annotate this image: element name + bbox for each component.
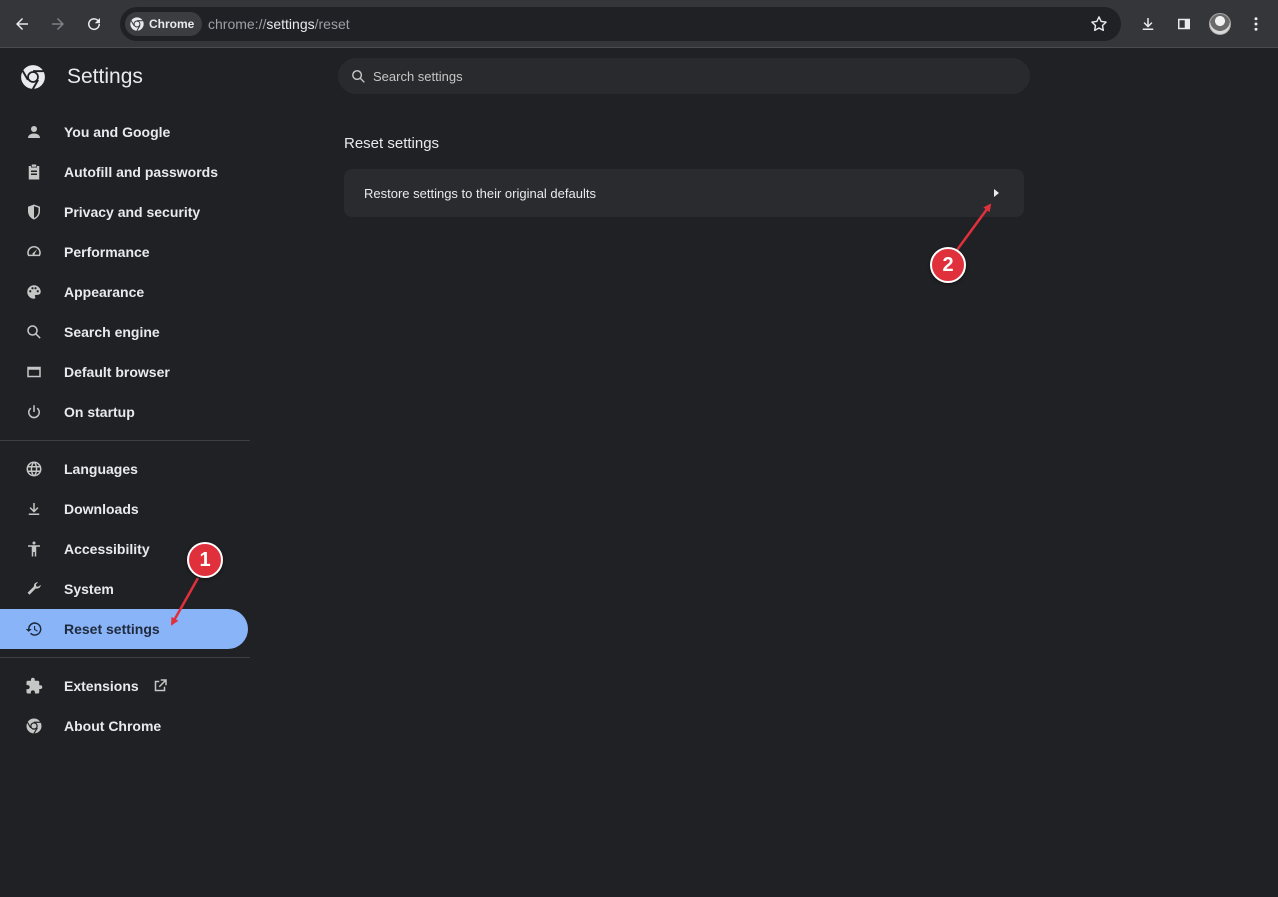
shield-icon (24, 202, 44, 222)
settings-sidebar: You and Google Autofill and passwords Pr… (0, 112, 250, 746)
back-arrow-icon (16, 18, 28, 30)
address-bar[interactable]: Chrome chrome://settings/reset (120, 7, 1121, 41)
sidebar-item-label: Search engine (64, 324, 160, 340)
restore-defaults-label: Restore settings to their original defau… (364, 185, 596, 201)
download-icon (24, 499, 44, 519)
sidebar-item-label: You and Google (64, 124, 171, 140)
wrench-icon (24, 579, 44, 599)
sidebar-item-search-engine[interactable]: Search engine (0, 312, 250, 352)
clipboard-icon (24, 162, 44, 182)
annotation-badge-1: 1 (187, 542, 223, 578)
menu-button[interactable] (1242, 10, 1270, 38)
profile-avatar[interactable] (1209, 13, 1231, 35)
restore-defaults-row[interactable]: Restore settings to their original defau… (344, 169, 1024, 217)
sidebar-item-label: Privacy and security (64, 204, 201, 220)
arrow-right-icon (994, 189, 999, 197)
globe-icon (24, 459, 44, 479)
accessibility-icon (24, 539, 44, 559)
side-panel-icon (1178, 18, 1190, 30)
sidebar-item-downloads[interactable]: Downloads (0, 489, 250, 529)
sidebar-item-label: System (64, 581, 114, 597)
section-title: Reset settings (344, 135, 440, 152)
forward-button[interactable] (44, 10, 72, 38)
sidebar-item-autofill[interactable]: Autofill and passwords (0, 152, 250, 192)
puzzle-icon (24, 676, 44, 696)
person-icon (24, 122, 44, 142)
url-text[interactable]: chrome://settings/reset (208, 16, 350, 32)
sidebar-divider (0, 657, 250, 658)
sidebar-item-appearance[interactable]: Appearance (0, 272, 250, 312)
sidebar-divider (0, 440, 250, 441)
browser-toolbar: Chrome chrome://settings/reset (0, 0, 1278, 48)
more-vert-icon (1254, 17, 1258, 31)
search-icon (24, 322, 44, 342)
power-icon (24, 402, 44, 422)
sidebar-item-label: Performance (64, 244, 150, 260)
settings-header: Settings (20, 62, 143, 92)
sidebar-item-label: Autofill and passwords (64, 164, 219, 180)
restore-icon (24, 619, 44, 639)
external-link-icon (154, 679, 167, 692)
sidebar-item-label: Accessibility (64, 541, 150, 557)
chrome-icon (24, 716, 44, 736)
search-input[interactable] (373, 68, 973, 84)
browser-window-icon (24, 362, 44, 382)
sidebar-item-default-browser[interactable]: Default browser (0, 352, 250, 392)
chrome-logo-icon (21, 65, 45, 90)
reload-icon (88, 18, 101, 31)
chip-label: Chrome (149, 17, 195, 31)
url-host: settings (266, 16, 315, 32)
forward-arrow-icon (52, 18, 64, 30)
sidebar-item-label: Downloads (64, 501, 139, 517)
sidebar-item-label: Extensions (64, 678, 139, 694)
palette-icon (24, 282, 44, 302)
reload-button[interactable] (80, 10, 108, 38)
chrome-site-chip[interactable]: Chrome (125, 12, 203, 36)
downloads-button[interactable] (1134, 10, 1162, 38)
sidebar-item-on-startup[interactable]: On startup (0, 392, 250, 432)
chrome-icon (130, 17, 144, 31)
sidebar-item-label: Appearance (64, 284, 145, 300)
sidebar-item-label: About Chrome (64, 718, 162, 734)
download-icon (1142, 18, 1154, 30)
speedometer-icon (24, 242, 44, 262)
annotation-badge-2: 2 (930, 247, 966, 283)
sidebar-item-you-and-google[interactable]: You and Google (0, 112, 250, 152)
sidebar-item-label: Languages (64, 461, 138, 477)
sidebar-item-extensions[interactable]: Extensions (0, 666, 250, 706)
url-scheme: chrome:// (208, 16, 267, 32)
sidebar-item-label: Default browser (64, 364, 170, 380)
page-title: Settings (67, 65, 143, 88)
sidebar-item-reset-settings[interactable]: Reset settings (0, 609, 248, 649)
search-icon (352, 69, 365, 83)
url-path: /reset (314, 16, 350, 32)
back-button[interactable] (8, 10, 36, 38)
sidebar-item-label: On startup (64, 404, 135, 420)
sidebar-item-label: Reset settings (64, 621, 160, 637)
side-panel-button[interactable] (1170, 10, 1198, 38)
sidebar-item-performance[interactable]: Performance (0, 232, 250, 272)
sidebar-item-privacy[interactable]: Privacy and security (0, 192, 250, 232)
sidebar-item-languages[interactable]: Languages (0, 449, 250, 489)
sidebar-item-about-chrome[interactable]: About Chrome (0, 706, 250, 746)
settings-search[interactable] (338, 58, 1030, 94)
bookmark-star-icon[interactable] (1089, 14, 1109, 34)
